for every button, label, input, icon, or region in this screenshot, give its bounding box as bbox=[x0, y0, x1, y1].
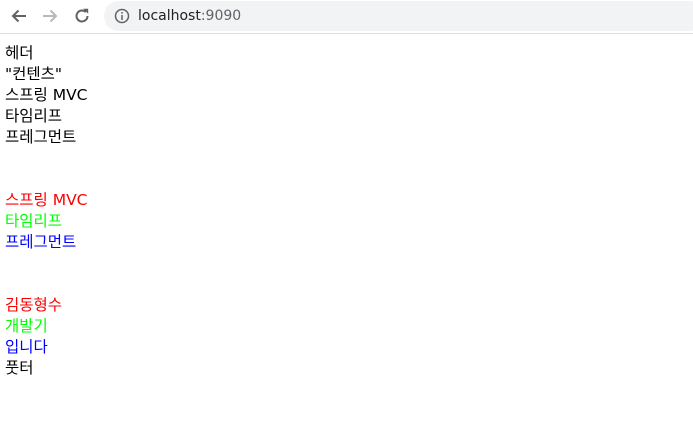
forward-button[interactable] bbox=[39, 5, 61, 27]
content-text: "컨텐츠" bbox=[5, 65, 63, 83]
red-spring-mvc: 스프링 MVC bbox=[5, 191, 88, 209]
url-port: :9090 bbox=[200, 8, 242, 24]
plain-fragment: 프레그먼트 bbox=[5, 128, 77, 146]
blue-fragment: 프레그먼트 bbox=[5, 233, 77, 251]
red-name: 김동형수 bbox=[5, 296, 63, 314]
arrow-left-icon bbox=[11, 9, 26, 23]
arrow-right-icon bbox=[43, 9, 58, 23]
reload-icon bbox=[75, 8, 89, 23]
url-text[interactable]: localhost:9090 bbox=[138, 8, 241, 24]
plain-thymeleaf: 타임리프 bbox=[5, 107, 63, 125]
page-content: 헤더 "컨텐츠" 스프링 MVC 타임리프 프레그먼트 스프링 MVC 타임리프… bbox=[5, 43, 88, 379]
plain-spring-mvc: 스프링 MVC bbox=[5, 86, 88, 104]
footer-text: 풋터 bbox=[5, 359, 34, 377]
header-text: 헤더 bbox=[5, 44, 34, 62]
info-icon[interactable] bbox=[114, 8, 130, 24]
back-button[interactable] bbox=[8, 5, 30, 27]
reload-button[interactable] bbox=[71, 5, 93, 27]
address-bar[interactable]: localhost:9090 bbox=[104, 1, 693, 31]
green-developer: 개발기 bbox=[5, 317, 48, 335]
green-thymeleaf: 타임리프 bbox=[5, 212, 63, 230]
blue-is: 입니다 bbox=[5, 338, 48, 356]
browser-toolbar: localhost:9090 bbox=[0, 0, 693, 34]
url-host: localhost bbox=[138, 8, 201, 24]
